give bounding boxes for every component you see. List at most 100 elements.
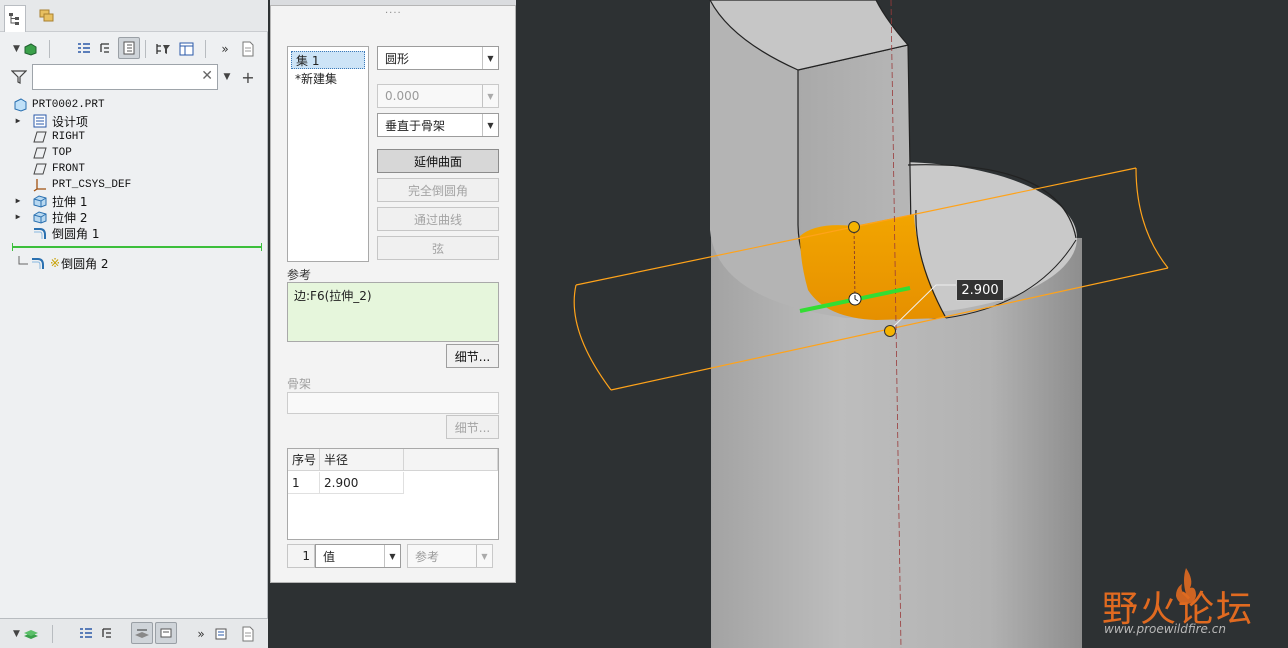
shape-value-select[interactable]: 0.000 ▼ — [377, 84, 499, 108]
more-tools-icon[interactable]: » — [194, 623, 208, 645]
tree-item-right[interactable]: RIGHT — [32, 129, 85, 145]
tree-item-csys[interactable]: PRT_CSYS_DEF — [32, 177, 131, 193]
layer-show-button[interactable] — [131, 622, 153, 644]
tree-item-round-2[interactable]: ※ 倒圆角 2 — [18, 255, 109, 271]
toolbar-separator — [52, 625, 53, 643]
tree-filters-button[interactable] — [152, 38, 174, 60]
layer-hide-button[interactable] — [155, 622, 177, 644]
drag-handle-icon[interactable]: ···· — [385, 8, 402, 19]
datum-plane-icon — [32, 162, 48, 176]
new-set-item[interactable]: *新建集 — [291, 69, 341, 87]
creation-method-select[interactable]: 垂直于骨架 ▼ — [377, 113, 499, 137]
tree-columns-button[interactable] — [74, 38, 94, 60]
tree-item-label: 倒圆角 1 — [52, 226, 100, 241]
folder-stack-icon — [39, 9, 54, 22]
references-label: 参考 — [287, 268, 312, 282]
tree-item-design-items[interactable]: ▶ 设计项 — [14, 113, 88, 129]
tree-item-label: 倒圆角 2 — [61, 256, 109, 271]
design-items-icon — [32, 114, 48, 128]
tree-item-label: PRT_CSYS_DEF — [52, 179, 132, 191]
page-button[interactable] — [238, 38, 258, 60]
properties-icon — [215, 628, 227, 640]
row-number: 1 — [287, 544, 315, 568]
table-cell-radius[interactable]: 2.900 — [320, 472, 404, 494]
chevron-down-icon: ▼ — [384, 545, 400, 567]
select-value: 值 — [323, 549, 336, 564]
tree-search-input[interactable] — [37, 66, 197, 88]
references-collector[interactable]: 边:F6(拉伸_2) — [287, 282, 499, 342]
model-tree-tab[interactable] — [4, 5, 26, 32]
filter-dropdown-icon[interactable]: ▼ — [221, 66, 233, 88]
tree-item-round-1[interactable]: 倒圆角 1 — [32, 225, 99, 241]
chevron-down-icon: ▼ — [476, 545, 492, 567]
csys-icon — [32, 178, 48, 192]
layer-properties-button[interactable] — [212, 623, 232, 645]
radius-dimension-label[interactable]: 2.900 — [956, 279, 1004, 301]
chevron-down-icon: ▼ — [13, 629, 20, 639]
toolbar-separator — [145, 40, 146, 58]
layer-tab[interactable] — [36, 5, 58, 27]
insert-here-marker[interactable] — [12, 243, 262, 251]
tree-item-extrude-1[interactable]: ▶ 拉伸 1 — [14, 193, 88, 209]
tree-item-label: FRONT — [52, 163, 86, 175]
skeleton-collector[interactable] — [287, 392, 499, 414]
tree-item-extrude-2[interactable]: ▶ 拉伸 2 — [14, 209, 88, 225]
tree-item-part[interactable]: PRT0002.PRT — [12, 97, 105, 113]
more-tools-icon[interactable]: » — [218, 38, 232, 60]
layer-hide-icon — [160, 628, 172, 638]
add-filter-icon[interactable]: + — [240, 66, 256, 88]
table-cell-index[interactable]: 1 — [288, 472, 320, 494]
expand-arrow-icon[interactable]: ▶ — [14, 213, 22, 222]
round-icon — [30, 256, 46, 270]
layer-dropdown-button[interactable]: ▼ — [10, 623, 42, 645]
column-header: 半径 — [320, 449, 404, 471]
expand-arrow-icon[interactable]: ▶ — [14, 197, 22, 206]
chevron-down-icon: ▼ — [13, 44, 20, 54]
layer-show-icon — [135, 629, 149, 638]
skeleton-details-button[interactable]: 细节... — [446, 415, 499, 439]
clear-icon[interactable]: ✕ — [201, 68, 213, 84]
drag-handle-bottom[interactable] — [884, 325, 896, 337]
layer-list-button[interactable] — [76, 623, 96, 645]
value-type-select[interactable]: 值 ▼ — [315, 544, 401, 568]
extrude-icon — [32, 210, 48, 224]
tree-item-top[interactable]: TOP — [32, 145, 72, 161]
full-round-button[interactable]: 完全倒圆角 — [377, 178, 499, 202]
layer-expand-button[interactable] — [98, 623, 116, 645]
list-icon — [80, 628, 92, 638]
show-dropdown-button[interactable]: ▼ — [10, 38, 40, 60]
tree-search-field[interactable]: ✕ — [32, 64, 218, 90]
tree-icon — [9, 13, 19, 25]
page-button[interactable] — [238, 623, 258, 645]
list-icon — [78, 43, 90, 53]
show-details-button[interactable] — [118, 37, 140, 59]
datum-plane-icon — [32, 130, 48, 144]
extend-surface-button[interactable]: 延伸曲面 — [377, 149, 499, 173]
tree-settings-button[interactable] — [176, 38, 198, 60]
navigator-tabs — [0, 0, 268, 32]
cross-section-shape-select[interactable]: 圆形 ▼ — [377, 46, 499, 70]
chord-button[interactable]: 弦 — [377, 236, 499, 260]
tree-item-front[interactable]: FRONT — [32, 161, 85, 177]
reference-select[interactable]: 参考 ▼ — [407, 544, 493, 568]
tree-item-label: 设计项 — [52, 114, 89, 129]
toolbar-separator — [205, 40, 206, 58]
skeleton-label: 骨架 — [287, 377, 312, 391]
references-details-button[interactable]: 细节... — [446, 344, 499, 368]
watermark-url: www.proewildfire.cn — [1104, 622, 1226, 636]
tree-filter-icon — [156, 44, 170, 54]
through-curve-button[interactable]: 通过曲线 — [377, 207, 499, 231]
tree-item-label: RIGHT — [52, 131, 86, 143]
tree-branch-icon — [18, 256, 28, 265]
sets-list: 集 1 *新建集 — [287, 46, 369, 262]
part-icon — [12, 98, 28, 112]
graphics-viewport[interactable]: 2.900 野火论坛 www.proewildfire.cn — [516, 0, 1288, 648]
filter-icon[interactable] — [8, 66, 30, 88]
expand-tree-button[interactable] — [96, 38, 114, 60]
set-item[interactable]: 集 1 — [291, 51, 365, 69]
extrude-icon — [32, 194, 48, 208]
drag-handle-top[interactable] — [848, 221, 860, 233]
expand-icon — [100, 43, 109, 53]
reference-entry[interactable]: 边:F6(拉伸_2) — [294, 289, 372, 303]
expand-arrow-icon[interactable]: ▶ — [14, 117, 22, 126]
